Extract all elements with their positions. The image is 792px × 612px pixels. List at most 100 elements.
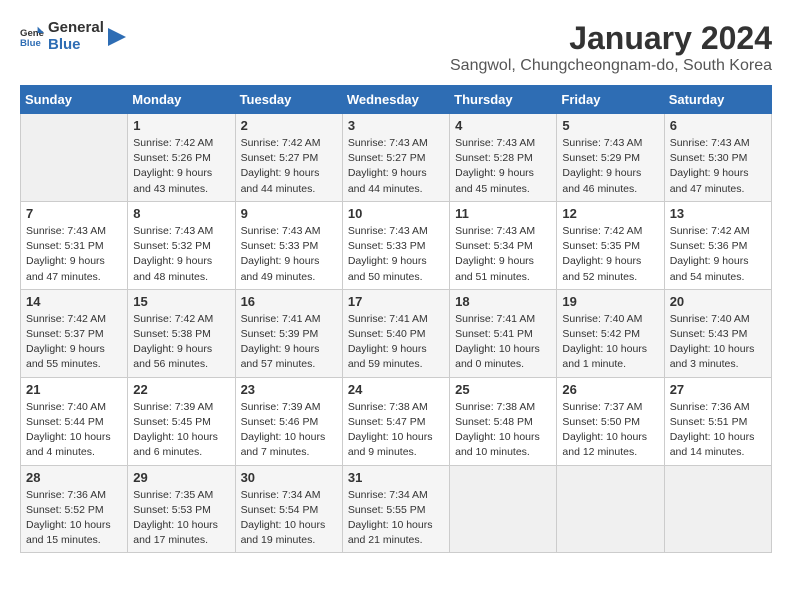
day-number: 18 [455,294,551,309]
day-info: Sunrise: 7:35 AMSunset: 5:53 PMDaylight:… [133,488,229,549]
calendar-table: SundayMondayTuesdayWednesdayThursdayFrid… [20,85,772,553]
day-info: Sunrise: 7:36 AMSunset: 5:52 PMDaylight:… [26,488,122,549]
day-info: Sunrise: 7:42 AMSunset: 5:26 PMDaylight:… [133,136,229,197]
day-of-week-header: Thursday [450,86,557,114]
logo-text-general: General [48,20,104,37]
logo-icon: General Blue [20,25,44,49]
day-number: 11 [455,206,551,221]
calendar-day-cell: 14Sunrise: 7:42 AMSunset: 5:37 PMDayligh… [21,289,128,377]
calendar-day-cell: 20 Sunrise: 7:40 AMSunset: 5:43 PMDayligh… [664,289,771,377]
day-info: Sunrise: 7:40 AMSunset: 5:42 PMDaylight:… [562,312,658,373]
day-info: Sunrise: 7:43 AMSunset: 5:33 PMDaylight:… [241,224,337,285]
day-number: 25 [455,382,551,397]
day-info: Sunrise: 7:42 AMSunset: 5:27 PMDaylight:… [241,136,337,197]
day-info: Sunrise: 7:40 AMSunset: 5:43 PMDaylight:… [670,312,766,373]
calendar-day-cell: 28 Sunrise: 7:36 AMSunset: 5:52 PMDayligh… [21,465,128,553]
calendar-week-row: 14Sunrise: 7:42 AMSunset: 5:37 PMDayligh… [21,289,772,377]
calendar-week-row: 1 Sunrise: 7:42 AMSunset: 5:26 PMDaylight… [21,114,772,202]
day-number: 7 [26,206,122,221]
calendar-subtitle: Sangwol, Chungcheongnam-do, South Korea [450,57,772,75]
calendar-day-cell: 23 Sunrise: 7:39 AMSunset: 5:46 PMDayligh… [235,377,342,465]
calendar-week-row: 28 Sunrise: 7:36 AMSunset: 5:52 PMDayligh… [21,465,772,553]
day-number: 12 [562,206,658,221]
day-info: Sunrise: 7:42 AMSunset: 5:38 PMDaylight:… [133,312,229,373]
day-number: 23 [241,382,337,397]
day-number: 24 [348,382,444,397]
calendar-day-cell: 12 Sunrise: 7:42 AMSunset: 5:35 PMDayligh… [557,201,664,289]
calendar-week-row: 7Sunrise: 7:43 AMSunset: 5:31 PMDaylight… [21,201,772,289]
calendar-day-cell: 31 Sunrise: 7:34 AMSunset: 5:55 PMDayligh… [342,465,449,553]
day-info: Sunrise: 7:39 AMSunset: 5:46 PMDaylight:… [241,400,337,461]
calendar-day-cell: 15 Sunrise: 7:42 AMSunset: 5:38 PMDayligh… [128,289,235,377]
calendar-day-cell: 7Sunrise: 7:43 AMSunset: 5:31 PMDaylight… [21,201,128,289]
calendar-day-cell: 3Sunrise: 7:43 AMSunset: 5:27 PMDaylight… [342,114,449,202]
day-of-week-header: Monday [128,86,235,114]
day-number: 17 [348,294,444,309]
calendar-day-cell: 4Sunrise: 7:43 AMSunset: 5:28 PMDaylight… [450,114,557,202]
calendar-day-cell: 29 Sunrise: 7:35 AMSunset: 5:53 PMDayligh… [128,465,235,553]
day-number: 6 [670,118,766,133]
day-number: 26 [562,382,658,397]
calendar-header-row: SundayMondayTuesdayWednesdayThursdayFrid… [21,86,772,114]
calendar-day-cell [21,114,128,202]
day-info: Sunrise: 7:42 AMSunset: 5:35 PMDaylight:… [562,224,658,285]
calendar-day-cell: 16Sunrise: 7:41 AMSunset: 5:39 PMDayligh… [235,289,342,377]
calendar-day-cell: 6Sunrise: 7:43 AMSunset: 5:30 PMDaylight… [664,114,771,202]
day-info: Sunrise: 7:43 AMSunset: 5:34 PMDaylight:… [455,224,551,285]
day-number: 27 [670,382,766,397]
calendar-day-cell [557,465,664,553]
day-info: Sunrise: 7:41 AMSunset: 5:41 PMDaylight:… [455,312,551,373]
calendar-day-cell: 1 Sunrise: 7:42 AMSunset: 5:26 PMDaylight… [128,114,235,202]
calendar-day-cell [450,465,557,553]
day-info: Sunrise: 7:39 AMSunset: 5:45 PMDaylight:… [133,400,229,461]
day-number: 13 [670,206,766,221]
calendar-day-cell: 11 Sunrise: 7:43 AMSunset: 5:34 PMDayligh… [450,201,557,289]
svg-text:Blue: Blue [20,37,41,48]
day-number: 15 [133,294,229,309]
calendar-day-cell: 13 Sunrise: 7:42 AMSunset: 5:36 PMDayligh… [664,201,771,289]
calendar-body: 1 Sunrise: 7:42 AMSunset: 5:26 PMDaylight… [21,114,772,553]
day-number: 22 [133,382,229,397]
day-number: 9 [241,206,337,221]
day-number: 21 [26,382,122,397]
calendar-day-cell: 9 Sunrise: 7:43 AMSunset: 5:33 PMDaylight… [235,201,342,289]
day-info: Sunrise: 7:38 AMSunset: 5:48 PMDaylight:… [455,400,551,461]
calendar-day-cell: 30 Sunrise: 7:34 AMSunset: 5:54 PMDayligh… [235,465,342,553]
day-number: 20 [670,294,766,309]
day-number: 19 [562,294,658,309]
calendar-day-cell: 10Sunrise: 7:43 AMSunset: 5:33 PMDayligh… [342,201,449,289]
day-info: Sunrise: 7:40 AMSunset: 5:44 PMDaylight:… [26,400,122,461]
day-number: 28 [26,470,122,485]
day-number: 29 [133,470,229,485]
calendar-day-cell: 17 Sunrise: 7:41 AMSunset: 5:40 PMDayligh… [342,289,449,377]
calendar-week-row: 21 Sunrise: 7:40 AMSunset: 5:44 PMDayligh… [21,377,772,465]
day-number: 16 [241,294,337,309]
day-number: 14 [26,294,122,309]
calendar-day-cell: 18 Sunrise: 7:41 AMSunset: 5:41 PMDayligh… [450,289,557,377]
calendar-day-cell: 25 Sunrise: 7:38 AMSunset: 5:48 PMDayligh… [450,377,557,465]
day-info: Sunrise: 7:36 AMSunset: 5:51 PMDaylight:… [670,400,766,461]
day-number: 1 [133,118,229,133]
logo-text-blue: Blue [48,37,104,54]
day-of-week-header: Wednesday [342,86,449,114]
calendar-day-cell: 22 Sunrise: 7:39 AMSunset: 5:45 PMDayligh… [128,377,235,465]
calendar-day-cell: 5Sunrise: 7:43 AMSunset: 5:29 PMDaylight… [557,114,664,202]
day-of-week-header: Saturday [664,86,771,114]
day-number: 31 [348,470,444,485]
title-section: January 2024 Sangwol, Chungcheongnam-do,… [450,20,772,75]
day-info: Sunrise: 7:34 AMSunset: 5:55 PMDaylight:… [348,488,444,549]
calendar-day-cell: 2Sunrise: 7:42 AMSunset: 5:27 PMDaylight… [235,114,342,202]
day-number: 30 [241,470,337,485]
day-info: Sunrise: 7:34 AMSunset: 5:54 PMDaylight:… [241,488,337,549]
page-header: General Blue General Blue January 2024 S… [20,20,772,75]
logo-arrow-icon [108,28,126,46]
day-info: Sunrise: 7:38 AMSunset: 5:47 PMDaylight:… [348,400,444,461]
day-info: Sunrise: 7:42 AMSunset: 5:36 PMDaylight:… [670,224,766,285]
calendar-day-cell: 26Sunrise: 7:37 AMSunset: 5:50 PMDayligh… [557,377,664,465]
logo: General Blue General Blue [20,20,126,53]
day-number: 10 [348,206,444,221]
day-number: 5 [562,118,658,133]
calendar-day-cell: 19 Sunrise: 7:40 AMSunset: 5:42 PMDayligh… [557,289,664,377]
day-of-week-header: Sunday [21,86,128,114]
day-info: Sunrise: 7:41 AMSunset: 5:40 PMDaylight:… [348,312,444,373]
